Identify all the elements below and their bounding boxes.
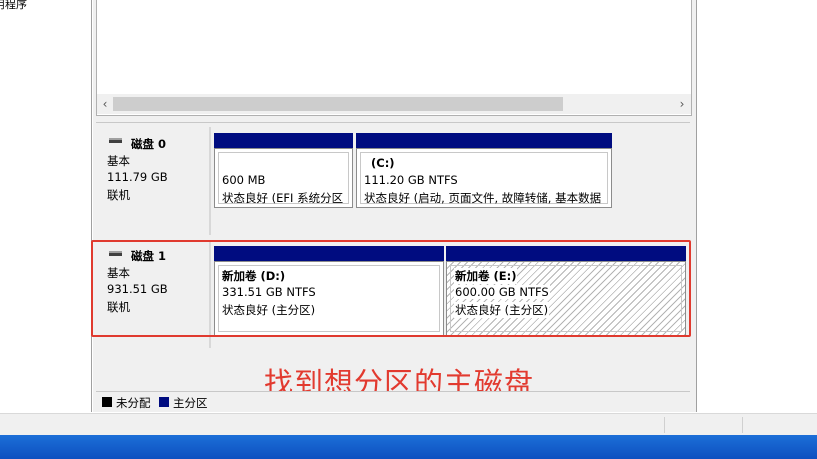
disk-status: 联机 <box>107 188 130 202</box>
legend-swatch-unallocated <box>102 397 112 407</box>
right-strip <box>698 0 817 412</box>
legend: 未分配 主分区 <box>96 391 690 411</box>
partition-bar <box>214 133 353 148</box>
status-cell <box>742 417 743 433</box>
disk-size: 111.79 GB <box>107 170 168 184</box>
legend-label: 主分区 <box>173 396 208 410</box>
partition-status: 状态良好 (EFI 系统分区 <box>222 191 344 205</box>
disk-0-info[interactable]: 磁盘 0 基本 111.79 GB 联机 <box>99 127 211 235</box>
partition-bar <box>356 133 612 148</box>
taskbar[interactable] <box>0 435 817 459</box>
partition-status: 状态良好 (启动, 页面文件, 故障转储, 基本数据 <box>364 191 602 205</box>
scroll-left-icon[interactable]: ‹ <box>98 96 112 112</box>
status-cell <box>664 417 665 433</box>
status-bar <box>0 413 817 435</box>
partition-name: (C:) <box>371 156 395 170</box>
partition-size: 111.20 GB NTFS <box>364 173 458 187</box>
legend-label: 未分配 <box>116 396 151 410</box>
scroll-right-icon[interactable]: › <box>675 96 689 112</box>
partition-size: 600 MB <box>222 173 266 187</box>
disk-drive-icon <box>109 138 122 143</box>
navigation-pane: 用程序 <box>0 0 92 412</box>
legend-swatch-primary <box>159 397 169 407</box>
disk-title: 磁盘 0 <box>131 137 167 151</box>
partition-c[interactable]: (C:) 111.20 GB NTFS 状态良好 (启动, 页面文件, 故障转储… <box>356 148 612 208</box>
highlight-box <box>91 240 691 337</box>
partition-efi[interactable]: 600 MB 状态良好 (EFI 系统分区 <box>214 148 353 208</box>
nav-item-label[interactable]: 用程序 <box>0 0 27 12</box>
scrollbar-thumb[interactable] <box>113 97 563 111</box>
disk-type: 基本 <box>107 154 130 168</box>
